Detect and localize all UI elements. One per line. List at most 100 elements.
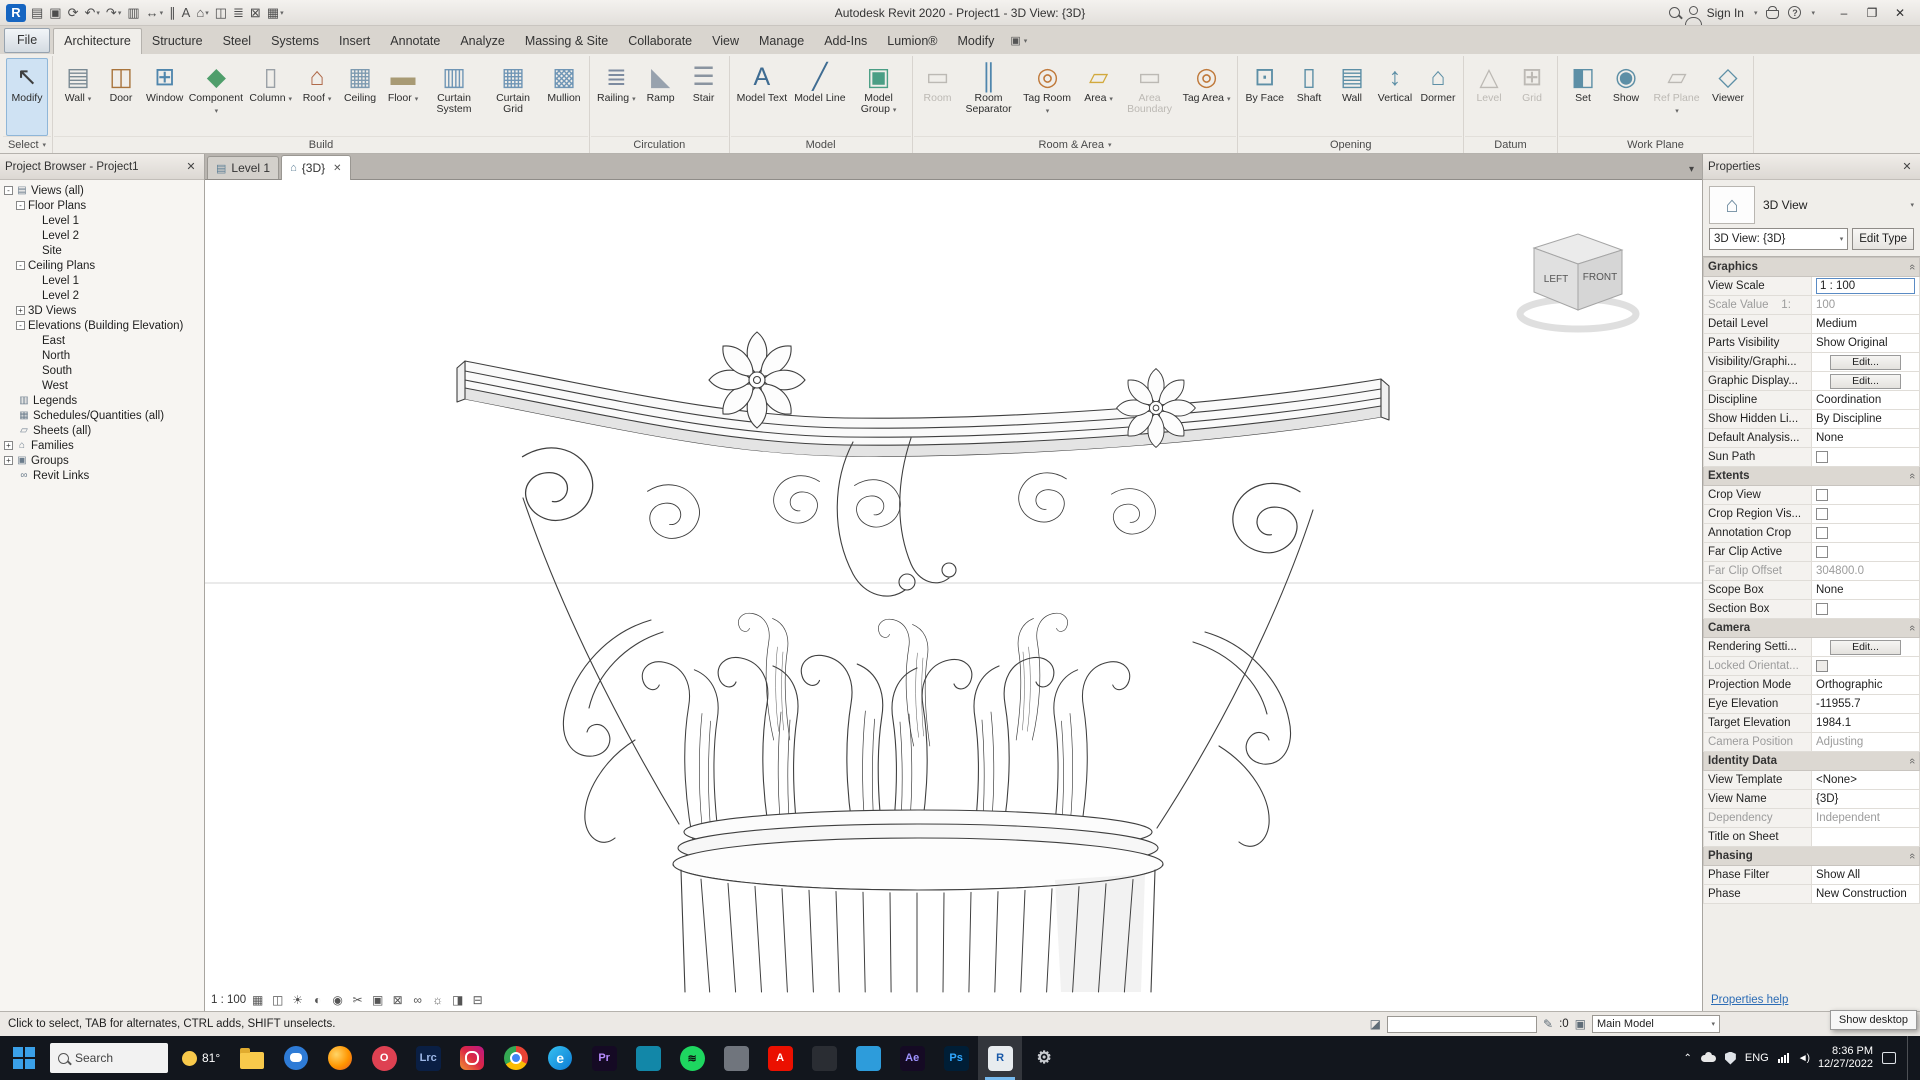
drawing-canvas[interactable]: LEFT FRONT 1 : 100 ▦ ◫ ☀ ◐ ◉ ✂ ▣ ⊠ ∞ ☼ ◨ ⊟	[205, 180, 1702, 1011]
taskbar-app-after-effects[interactable]: Ae	[890, 1036, 934, 1080]
qat-save-icon[interactable]: ▣	[48, 4, 62, 22]
taskbar-app-chat[interactable]	[274, 1036, 318, 1080]
show-constraints-icon[interactable]: ⊟	[469, 992, 486, 1008]
prop-value-detail-level[interactable]: Medium	[1811, 314, 1920, 334]
qat-open-icon[interactable]: ▤	[30, 4, 44, 22]
tree-item-legends[interactable]: ▥ Legends	[0, 393, 204, 408]
prop-value-view-template[interactable]: <None>	[1811, 770, 1920, 790]
prop-value-default-analysis[interactable]: None	[1811, 428, 1920, 448]
menu-tab-view[interactable]: View	[702, 29, 749, 54]
panel-toggle-caret-icon[interactable]: ▾	[1024, 37, 1028, 45]
editing-requests-icon[interactable]: ✎	[1543, 1017, 1553, 1031]
taskbar-app-instagram[interactable]	[450, 1036, 494, 1080]
tree-item-level-2[interactable]: Level 2	[0, 228, 204, 243]
prop-value-view-scale[interactable]: 1 : 100	[1811, 276, 1920, 296]
taskbar-app-premiere[interactable]: Pr	[582, 1036, 626, 1080]
onedrive-cloud-icon[interactable]	[1700, 1051, 1716, 1062]
show-desktop-button[interactable]	[1907, 1036, 1912, 1080]
prop-value-view-name[interactable]: {3D}	[1811, 789, 1920, 809]
taskbar-clock[interactable]: 8:36 PM 12/27/2022	[1818, 1045, 1873, 1071]
tool-set-button[interactable]: ◧ Set	[1562, 58, 1604, 136]
taskbar-app-gray-app[interactable]	[714, 1036, 758, 1080]
tree-item-west[interactable]: West	[0, 378, 204, 393]
prop-section-camera[interactable]: Camera «	[1703, 618, 1920, 638]
taskbar-app-firefox[interactable]	[318, 1036, 362, 1080]
prop-value-section-box[interactable]	[1811, 599, 1920, 619]
tool-column-button[interactable]: ▯ Column ▾	[246, 58, 295, 136]
tool-model-group-button[interactable]: ▣ Model Group ▾	[850, 58, 908, 136]
prop-value-discipline[interactable]: Coordination	[1811, 390, 1920, 410]
detail-level-icon[interactable]: ▦	[249, 992, 266, 1008]
tree-item-families[interactable]: + ⌂ Families	[0, 438, 204, 453]
tool-by-face-button[interactable]: ⊡ By Face	[1242, 58, 1287, 136]
dropdown-caret-icon[interactable]: ▾	[280, 9, 284, 17]
menu-tab-file[interactable]: File	[4, 28, 51, 53]
panel-label-room-area[interactable]: Room & Area ▾	[913, 136, 1237, 153]
taskbar-app-file-explorer[interactable]	[230, 1036, 274, 1080]
panel-caret-icon[interactable]: ▾	[43, 141, 47, 149]
tree-item-schedules-quantities-all[interactable]: ▦ Schedules/Quantities (all)	[0, 408, 204, 423]
tree-item-3d-views[interactable]: +3D Views	[0, 303, 204, 318]
prop-section-extents[interactable]: Extents «	[1703, 466, 1920, 486]
qat-thin-lines-icon[interactable]: ≣	[232, 4, 245, 22]
tool-tag-room-button[interactable]: ◎ Tag Room ▾	[1019, 58, 1077, 136]
design-option-caret-icon[interactable]: ▾	[1712, 1020, 1716, 1028]
prop-value-sun-path[interactable]	[1811, 447, 1920, 467]
tool-ramp-button[interactable]: ◣ Ramp	[640, 58, 682, 136]
dropdown-caret-icon[interactable]: ▾	[1675, 108, 1679, 115]
tool-curtain-grid-button[interactable]: ▦ Curtain Grid	[484, 58, 542, 136]
tool-area-button[interactable]: ▱ Area ▾	[1078, 58, 1120, 136]
menu-tab-analyze[interactable]: Analyze	[450, 29, 514, 54]
tree-item-groups[interactable]: + ▣ Groups	[0, 453, 204, 468]
viewcube-left-face[interactable]: LEFT	[1544, 274, 1568, 285]
prop-section-identity-data[interactable]: Identity Data «	[1703, 751, 1920, 771]
panel-caret-icon[interactable]: ▾	[1108, 141, 1112, 149]
revit-logo-icon[interactable]: R	[6, 3, 26, 22]
tool-component-button[interactable]: ◆ Component ▾	[187, 58, 245, 136]
tool-mullion-button[interactable]: ▩ Mullion	[543, 58, 585, 136]
prop-section-phasing[interactable]: Phasing «	[1703, 846, 1920, 866]
tool-vertical-button[interactable]: ↕ Vertical	[1374, 58, 1416, 136]
checkbox-crop-region-vis[interactable]	[1816, 507, 1828, 520]
taskbar-app-lightroom-classic[interactable]: Lrc	[406, 1036, 450, 1080]
tool-viewer-button[interactable]: ◇ Viewer	[1707, 58, 1749, 136]
dropdown-caret-icon[interactable]: ▾	[326, 96, 332, 103]
menu-tab-systems[interactable]: Systems	[261, 29, 329, 54]
tree-item-east[interactable]: East	[0, 333, 204, 348]
search-icon[interactable]	[1668, 7, 1680, 18]
tree-item-revit-links[interactable]: ∞ Revit Links	[0, 468, 204, 483]
taskbar-app-edge[interactable]: e	[538, 1036, 582, 1080]
prop-value-crop-region-vis[interactable]	[1811, 504, 1920, 524]
tree-expander-icon[interactable]: -	[16, 321, 25, 330]
prop-value-parts-visibility[interactable]: Show Original	[1811, 333, 1920, 353]
tool-tag-area-button[interactable]: ◎ Tag Area ▾	[1180, 58, 1234, 136]
tree-item-level-2[interactable]: Level 2	[0, 288, 204, 303]
prop-value-far-clip-active[interactable]	[1811, 542, 1920, 562]
menu-tab-add-ins[interactable]: Add-Ins	[814, 29, 877, 54]
dropdown-caret-icon[interactable]: ▾	[1225, 96, 1231, 103]
view-scale-control[interactable]: 1 : 100	[211, 994, 246, 1006]
prop-value-visibility-graphi[interactable]: Edit...	[1811, 352, 1920, 372]
qat-section-icon[interactable]: ◫	[214, 4, 228, 22]
qat-undo-icon[interactable]: ↶ ▾	[84, 4, 101, 22]
dropdown-caret-icon[interactable]: ▾	[160, 9, 164, 17]
tool-floor-button[interactable]: ▬ Floor ▾	[382, 58, 424, 136]
tool-wall-button[interactable]: ▤ Wall	[1331, 58, 1373, 136]
qat-close-hidden-windows-icon[interactable]: ⊠	[249, 4, 262, 22]
tool-window-button[interactable]: ⊞ Window	[143, 58, 186, 136]
sign-in-button[interactable]: Sign In	[1707, 6, 1744, 20]
taskbar-app-chrome[interactable]	[494, 1036, 538, 1080]
reveal-hidden-elements-icon[interactable]: ☼	[429, 992, 446, 1008]
checkbox-far-clip-active[interactable]	[1816, 545, 1828, 558]
prop-value-phase-filter[interactable]: Show All	[1811, 865, 1920, 885]
tool-ceiling-button[interactable]: ▦ Ceiling	[339, 58, 381, 136]
dropdown-caret-icon[interactable]: ▾	[287, 96, 292, 103]
dropdown-caret-icon[interactable]: ▾	[205, 9, 209, 17]
viewcube-front-face[interactable]: FRONT	[1583, 272, 1617, 283]
dropdown-caret-icon[interactable]: ▾	[1046, 108, 1050, 115]
qat-aligned-dimension-icon[interactable]: ∥	[168, 4, 177, 22]
tool-room-separator-button[interactable]: ║ Room Separator	[960, 58, 1018, 136]
taskbar-app-teal-app[interactable]	[626, 1036, 670, 1080]
prop-value-graphic-display[interactable]: Edit...	[1811, 371, 1920, 391]
sun-path-icon[interactable]: ☀	[289, 992, 306, 1008]
